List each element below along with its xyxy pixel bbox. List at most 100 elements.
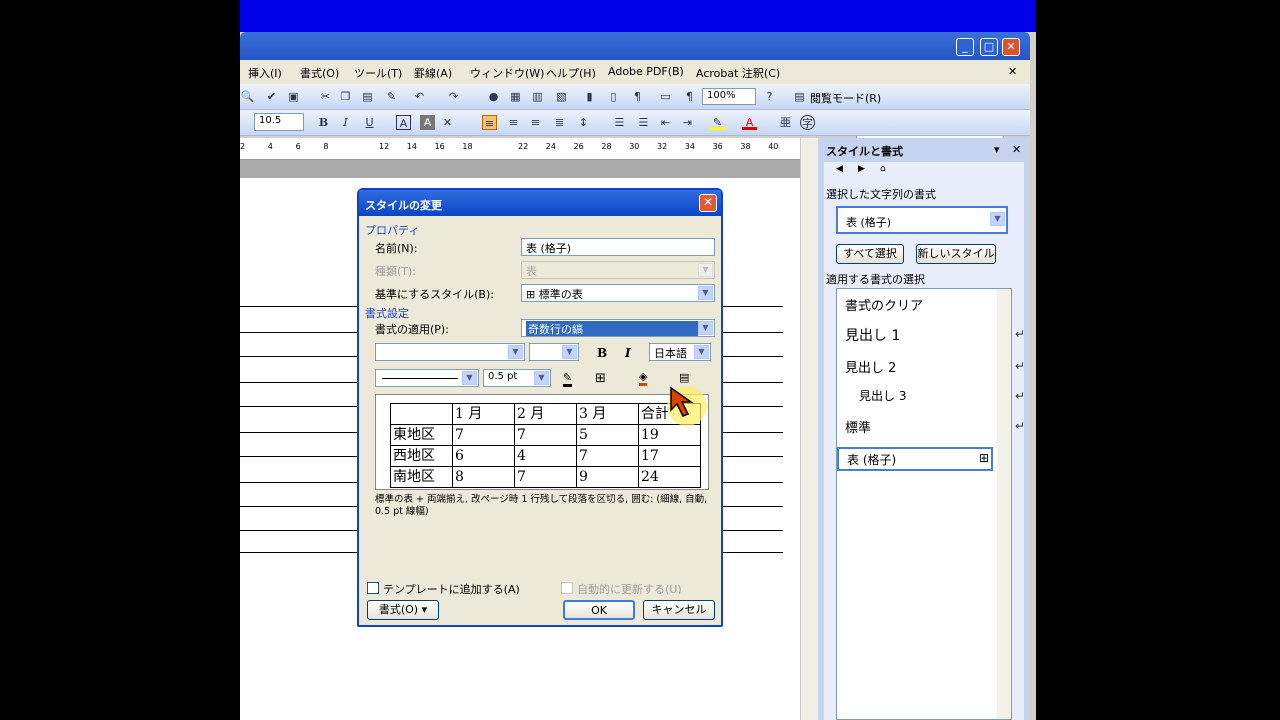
- paste-icon[interactable]: ▤: [360, 89, 375, 104]
- borders-icon[interactable]: ⊞: [595, 371, 606, 386]
- align-justify-icon[interactable]: ≡: [482, 115, 497, 130]
- insert-excel-icon[interactable]: ▧: [554, 89, 569, 104]
- enclosed-char-icon[interactable]: 字: [800, 115, 815, 130]
- reading-mode-button[interactable]: 閲覧モード(R): [810, 90, 881, 106]
- menu-help[interactable]: ヘルプ(H): [546, 65, 596, 81]
- show-hide-icon[interactable]: ¶: [630, 89, 645, 104]
- distributed-icon[interactable]: ≣: [552, 115, 567, 130]
- line-spacing-icon[interactable]: ↕: [576, 115, 591, 130]
- back-icon[interactable]: ◀: [836, 164, 843, 174]
- vertical-scrollbar[interactable]: [800, 138, 818, 720]
- taskpane-close-icon[interactable]: ✕: [1012, 143, 1021, 156]
- border-color-icon[interactable]: ✎: [563, 371, 573, 387]
- menu-insert[interactable]: 挿入(I): [248, 65, 282, 81]
- char-shading-icon[interactable]: A: [420, 115, 435, 130]
- style-list-scrollbar[interactable]: [997, 289, 1011, 719]
- forward-icon[interactable]: ▶: [858, 164, 865, 174]
- add-to-template-checkbox[interactable]: [367, 582, 379, 594]
- style-item-heading1[interactable]: 見出し 1: [845, 325, 900, 345]
- alignment-icon[interactable]: ▤: [679, 371, 689, 384]
- drawing-icon[interactable]: ▯: [606, 89, 621, 104]
- increase-indent-icon[interactable]: ⇥: [680, 115, 695, 130]
- name-input[interactable]: 表 (格子): [521, 238, 715, 256]
- style-list[interactable]: 書式のクリア 見出し 1 ↵ 見出し 2 ↵ 見出し 3 ↵ 標準 ↵ 表 (格…: [836, 288, 1025, 720]
- close-icon[interactable]: ✕: [1002, 38, 1020, 56]
- font-size-select[interactable]: ▼: [529, 343, 579, 361]
- chevron-down-icon[interactable]: ▼: [462, 371, 477, 385]
- format-menu-button[interactable]: 書式(O) ▾: [367, 600, 439, 620]
- underline-icon[interactable]: U: [362, 115, 377, 130]
- bold-icon[interactable]: B: [316, 115, 331, 130]
- numbering-icon[interactable]: ☰: [612, 115, 627, 130]
- undo-icon[interactable]: ↶: [412, 89, 427, 104]
- char-scale-icon[interactable]: ✕: [440, 115, 455, 130]
- menu-tools[interactable]: ツール(T): [354, 65, 402, 81]
- format-painter-icon[interactable]: ✎: [384, 89, 399, 104]
- horizontal-ruler[interactable]: 2 4 6 8 12 14 16 18 22 24 26 28 30 32 34 36 38 40: [240, 138, 800, 160]
- style-item-heading3[interactable]: 見出し 3: [859, 387, 906, 404]
- columns-icon[interactable]: ▮: [582, 89, 597, 104]
- font-size-select[interactable]: 10.5: [254, 113, 304, 131]
- select-all-button[interactable]: すべて選択: [836, 244, 904, 264]
- zoom-select[interactable]: 100%: [702, 88, 756, 105]
- style-item-clear[interactable]: 書式のクリア: [845, 295, 923, 314]
- font-name-select[interactable]: ▼: [375, 343, 525, 361]
- selected-format-select[interactable]: 表 (格子) ▼: [836, 206, 1008, 234]
- based-on-select[interactable]: ⊞ 標準の表 ▼: [521, 284, 715, 302]
- style-item-table-grid[interactable]: 表 (格子) ⊞: [837, 447, 993, 471]
- chevron-down-icon[interactable]: ▼: [508, 345, 523, 359]
- chevron-down-icon[interactable]: ▼: [698, 286, 713, 300]
- close-icon[interactable]: ✕: [699, 194, 717, 212]
- style-item-heading2[interactable]: 見出し 2: [845, 357, 896, 376]
- insert-table-icon[interactable]: ▥: [530, 89, 545, 104]
- ok-button[interactable]: OK: [563, 600, 635, 620]
- chevron-down-icon[interactable]: ▼: [694, 345, 709, 359]
- menu-adobe-pdf[interactable]: Adobe PDF(B): [608, 65, 684, 78]
- copy-icon[interactable]: ❐: [338, 89, 353, 104]
- chevron-down-icon[interactable]: ▼: [698, 321, 713, 335]
- apply-to-select[interactable]: 奇数行の縞 ▼: [521, 319, 715, 337]
- print-preview-icon[interactable]: 🔍: [240, 89, 255, 104]
- reading-mode-icon[interactable]: ▤: [792, 89, 807, 104]
- align-center-icon[interactable]: ≡: [506, 115, 521, 130]
- menu-window[interactable]: ウィンドウ(W): [470, 65, 544, 81]
- decrease-indent-icon[interactable]: ⇤: [658, 115, 673, 130]
- shading-color-icon[interactable]: ◈: [639, 370, 648, 386]
- phonetic-guide-icon[interactable]: 亜: [778, 115, 793, 130]
- document-map-icon[interactable]: ▭: [658, 89, 673, 104]
- maximize-icon[interactable]: □: [980, 38, 998, 56]
- research-icon[interactable]: ▣: [286, 89, 301, 104]
- show-formatting-icon[interactable]: ¶: [682, 89, 697, 104]
- minimize-icon[interactable]: _: [956, 38, 974, 56]
- menu-borders[interactable]: 罫線(A): [414, 65, 452, 81]
- bold-icon[interactable]: B: [597, 346, 607, 360]
- close-doc-icon[interactable]: ✕: [1008, 65, 1017, 78]
- line-width-select[interactable]: 0.5 pt ▼: [483, 369, 551, 387]
- align-right-icon[interactable]: ≡: [528, 115, 543, 130]
- menu-format[interactable]: 書式(O): [300, 65, 339, 81]
- cut-icon[interactable]: ✂: [318, 89, 333, 104]
- hyperlink-icon[interactable]: ●: [486, 89, 501, 104]
- chevron-down-icon[interactable]: ▼: [534, 371, 549, 385]
- spelling-icon[interactable]: ✔: [264, 89, 279, 104]
- line-style-select[interactable]: ▼: [375, 369, 479, 387]
- cancel-button[interactable]: キャンセル: [643, 600, 715, 620]
- italic-icon[interactable]: I: [625, 346, 631, 360]
- highlight-icon[interactable]: ✎: [710, 115, 725, 130]
- home-icon[interactable]: ⌂: [880, 164, 886, 174]
- help-icon[interactable]: ?: [762, 89, 777, 104]
- bullets-icon[interactable]: ☰: [636, 115, 651, 130]
- char-border-icon[interactable]: A: [396, 115, 411, 130]
- chevron-down-icon[interactable]: ▼: [990, 212, 1005, 226]
- font-color-icon[interactable]: A: [742, 115, 757, 130]
- tables-borders-icon[interactable]: ▦: [508, 89, 523, 104]
- taskpane-menu-icon[interactable]: ▾: [994, 143, 1000, 156]
- italic-icon[interactable]: I: [338, 115, 353, 130]
- new-style-button[interactable]: 新しいスタイル: [916, 244, 996, 264]
- style-item-normal[interactable]: 標準: [845, 417, 871, 436]
- menu-acrobat-comments[interactable]: Acrobat 注釈(C): [696, 65, 780, 81]
- based-on-value: 標準の表: [538, 288, 583, 301]
- language-select[interactable]: 日本語 ▼: [649, 343, 711, 361]
- redo-icon[interactable]: ↷: [446, 89, 461, 104]
- chevron-down-icon[interactable]: ▼: [562, 345, 577, 359]
